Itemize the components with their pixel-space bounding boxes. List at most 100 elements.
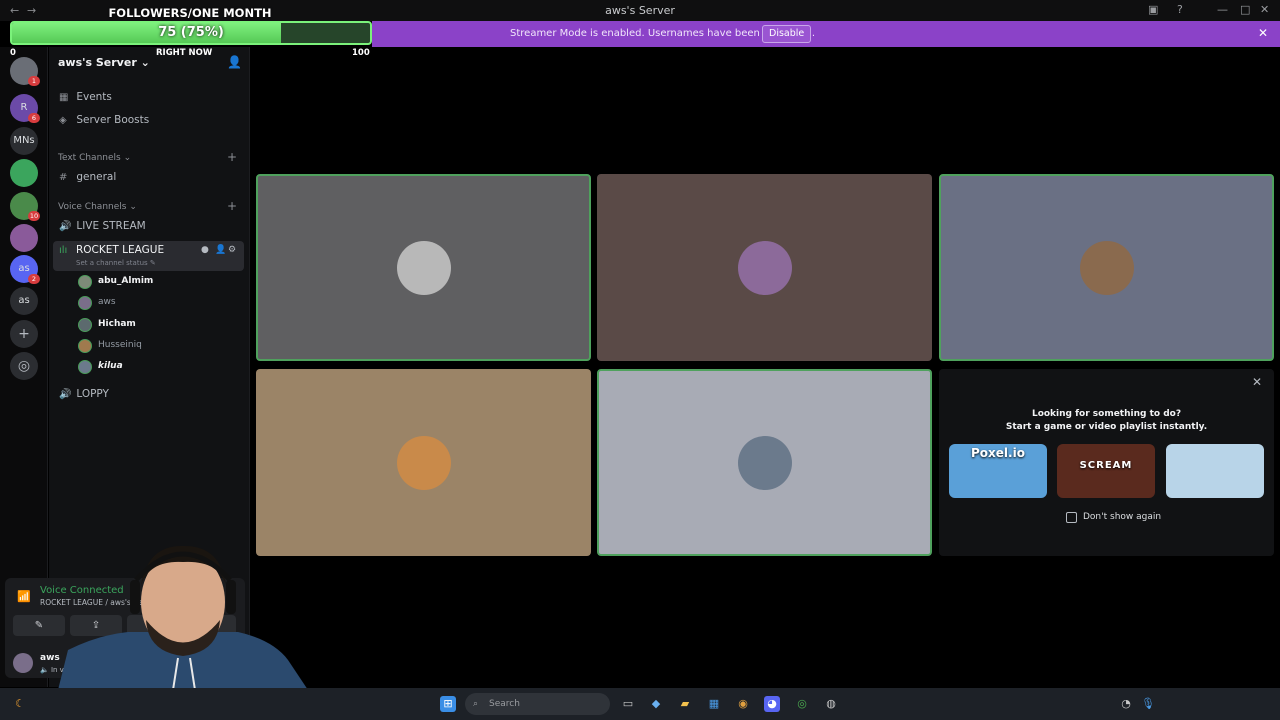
disable-streamer-mode-button[interactable]: Disable (762, 25, 812, 43)
chevron-down-icon: ⌄ (123, 153, 132, 163)
maximize-icon[interactable]: □ (1240, 3, 1250, 16)
channel-rocket-league[interactable]: ılı ROCKET LEAGUE Set a channel status ✎… (53, 241, 244, 271)
activity-card[interactable]: Poxel.io (949, 444, 1047, 498)
taskbar: ☾ ⊞ ⌕ Search ▭ ◆ ▰ ▦ ◉ ◕ ◎ ◍ ◔ 🎙 (0, 688, 1280, 720)
server-name-label: aws's Server (58, 56, 137, 69)
goal-current-label: RIGHT NOW (156, 48, 213, 58)
voice-channels-category[interactable]: Voice Channels ⌄ (58, 202, 137, 212)
notification-badge: 1 (28, 76, 40, 86)
participant-avatar (396, 240, 451, 295)
inbox-icon[interactable]: ▣ (1148, 3, 1158, 16)
close-window-icon[interactable]: ✕ (1260, 3, 1269, 16)
member-name: kilua (98, 361, 123, 371)
hash-icon: # (59, 172, 68, 183)
sidebar-item-events[interactable]: ▦ Events (59, 91, 112, 103)
avatar (78, 275, 92, 289)
speaker-icon: 🔊 (59, 389, 72, 400)
activity-heading: Looking for something to do? (1031, 409, 1182, 419)
server-icon[interactable]: as (10, 287, 38, 315)
explore-icon[interactable]: ◎ (10, 352, 38, 380)
avatar (78, 296, 92, 310)
follower-goal-value: 75 (75%) (158, 25, 224, 40)
avatar (78, 318, 92, 332)
browser-icon[interactable]: ◉ (735, 696, 751, 712)
copilot-icon[interactable]: ◆ (648, 696, 664, 712)
follower-goal-title: FOLLOWERS/ONE MONTH (108, 6, 272, 20)
sidebar-item-server-boosts[interactable]: ◈ Server Boosts (59, 114, 149, 126)
activity-card[interactable]: SCREAM (1057, 444, 1155, 498)
server-icon[interactable] (10, 224, 38, 252)
taskbar-search[interactable]: ⌕ Search (465, 693, 610, 715)
participant-avatar (737, 435, 792, 490)
activity-card-label: SCREAM (1079, 460, 1133, 471)
channel-loppy[interactable]: 🔊 LOPPY (59, 388, 109, 400)
channel-label: general (76, 171, 117, 183)
add-voice-channel-icon[interactable]: + (227, 199, 237, 213)
chat-icon[interactable]: ● (201, 245, 209, 255)
task-view-icon[interactable]: ▭ (620, 696, 636, 712)
activity-suggestion-panel: ✕ Looking for something to do? Start a g… (939, 369, 1274, 556)
participant-tile[interactable] (939, 174, 1274, 361)
category-label: Voice Channels (58, 202, 127, 212)
invite-icon[interactable]: 👤 (215, 245, 226, 255)
follower-goal-bar: 75 (75%) (10, 21, 372, 45)
pencil-icon: ✎ (149, 259, 156, 267)
store-icon[interactable]: ▦ (706, 696, 722, 712)
chevron-down-icon: ⌄ (140, 56, 150, 69)
channel-status-prompt[interactable]: Set a channel status ✎ (76, 259, 156, 267)
server-icon[interactable]: MNs (10, 127, 38, 155)
microphone-icon[interactable]: 🎙 (1140, 696, 1156, 712)
activity-card[interactable] (1166, 444, 1264, 498)
participant-tile[interactable] (256, 174, 591, 361)
goal-max-label: 100 (352, 48, 370, 58)
gear-icon[interactable]: ⚙ (228, 245, 236, 255)
dont-show-checkbox[interactable] (1066, 512, 1077, 523)
obs-icon[interactable]: ◍ (823, 696, 839, 712)
file-explorer-icon[interactable]: ▰ (677, 696, 693, 712)
server-name-header[interactable]: aws's Server ⌄ (58, 56, 150, 69)
participant-tile[interactable] (597, 369, 932, 556)
boost-icon: ◈ (59, 115, 67, 126)
voice-active-icon: ılı (59, 245, 68, 256)
avatar (78, 339, 92, 353)
chrome-icon[interactable]: ◎ (794, 696, 810, 712)
server-icon[interactable] (10, 159, 38, 187)
invite-people-icon[interactable]: 👤 (227, 55, 242, 69)
channel-label: ROCKET LEAGUE (76, 244, 165, 256)
speaker-icon: 🔈 (40, 666, 49, 674)
participant-avatar (1079, 240, 1134, 295)
sidebar-item-label: Server Boosts (76, 114, 150, 126)
sidebar-item-label: Events (76, 91, 112, 103)
member-name: abu_Almim (98, 276, 154, 286)
search-icon: ⌕ (473, 699, 479, 709)
channel-label: LIVE STREAM (76, 220, 146, 232)
participant-avatar (396, 435, 451, 490)
dont-show-label[interactable]: Don't show again (1083, 512, 1161, 522)
close-icon[interactable]: ✕ (1252, 375, 1262, 389)
start-icon[interactable]: ⊞ (440, 696, 456, 712)
notification-badge: 2 (28, 274, 40, 284)
help-icon[interactable]: ? (1177, 3, 1183, 16)
tray-icon[interactable]: ◔ (1118, 696, 1134, 712)
close-icon[interactable]: ✕ (1258, 26, 1268, 40)
search-placeholder: Search (489, 699, 520, 709)
add-server-icon[interactable]: + (10, 320, 38, 348)
notification-badge: 6 (28, 113, 40, 123)
avatar[interactable] (13, 653, 33, 673)
category-label: Text Channels (58, 153, 121, 163)
channel-general[interactable]: # general (59, 171, 116, 183)
streamer-webcam (58, 545, 308, 690)
participant-avatar (737, 240, 792, 295)
channel-live-stream[interactable]: 🔊 LIVE STREAM (59, 220, 146, 232)
weather-icon[interactable]: ☾ (12, 696, 28, 712)
participant-tile[interactable] (597, 174, 932, 361)
goal-min-label: 0 (10, 48, 16, 58)
member-name: Husseiniq (98, 340, 142, 350)
participant-tile[interactable] (256, 369, 591, 556)
text-channels-category[interactable]: Text Channels ⌄ (58, 153, 131, 163)
discord-icon[interactable]: ◕ (764, 696, 780, 712)
add-text-channel-icon[interactable]: + (227, 150, 237, 164)
activity-subheading: Start a game or video playlist instantly… (1005, 422, 1208, 432)
speaker-icon: 🔊 (59, 221, 72, 232)
minimize-icon[interactable]: — (1217, 3, 1228, 16)
